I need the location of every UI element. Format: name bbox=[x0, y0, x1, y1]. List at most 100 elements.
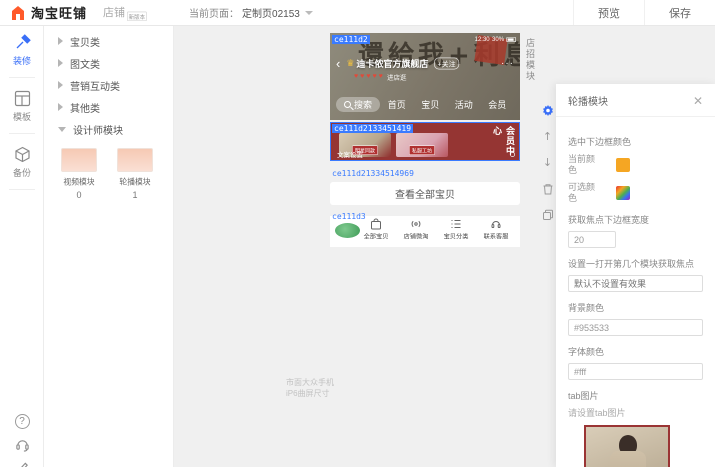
move-up-icon[interactable]: ↑ bbox=[541, 130, 554, 143]
model-figure bbox=[610, 451, 646, 467]
list-icon bbox=[450, 218, 462, 230]
top-header: 淘宝旺铺 店铺新版本 当前页面： 定制页02153 预览 保存 bbox=[0, 0, 715, 26]
shop-banner-vertical-tag: 店招模块 bbox=[524, 38, 537, 82]
open-focus-input[interactable] bbox=[568, 275, 703, 292]
carousel-card-2[interactable]: 私服工坊 bbox=[396, 133, 448, 157]
carousel-module-selected[interactable]: ce111d2133451419 明星同款 私服工坊 文案设置 会员中心 bbox=[330, 122, 520, 161]
nav-item-categories[interactable]: 宝贝分类 bbox=[436, 218, 476, 246]
divider bbox=[9, 189, 35, 190]
rail-label: 模板 bbox=[13, 110, 31, 123]
rail-item-decorate[interactable]: 装修 bbox=[0, 26, 44, 73]
current-page-label: 当前页面： bbox=[189, 5, 239, 20]
help-icon[interactable]: ? bbox=[15, 414, 30, 429]
canvas-watermark: 市面大众手机 iP6曲屏尺寸 bbox=[286, 377, 334, 399]
chevron-down-icon bbox=[305, 11, 313, 15]
nav-shop-link[interactable]: 店铺新版本 bbox=[103, 4, 163, 21]
tree-item-designer-modules[interactable]: 设计师模块 bbox=[44, 118, 173, 140]
template-icon bbox=[14, 90, 31, 107]
shop-banner-module[interactable]: 還給我+利息 ce111d2 12:30 30% ‹ ♛ 迪卡侬官方旗舰店 +关… bbox=[330, 33, 520, 120]
font-color-input[interactable] bbox=[568, 363, 703, 380]
rating-icon: ♥ bbox=[379, 73, 383, 80]
hammer-icon bbox=[14, 34, 31, 51]
color-picker-swatch[interactable] bbox=[616, 186, 630, 200]
banner-tab-activity[interactable]: 活动 bbox=[455, 98, 473, 111]
bag-icon bbox=[370, 218, 382, 230]
tree-item-marketing[interactable]: 营销互动类 bbox=[44, 74, 173, 96]
cube-icon bbox=[14, 146, 31, 163]
bg-color-input[interactable] bbox=[568, 319, 703, 336]
caret-right-icon bbox=[58, 103, 63, 111]
tree-item-goods[interactable]: 宝贝类 bbox=[44, 30, 173, 52]
nav-item-all-goods[interactable]: 全部宝贝 bbox=[356, 218, 396, 246]
search-icon bbox=[344, 101, 351, 108]
search-input[interactable]: 搜索 bbox=[336, 97, 380, 112]
current-color-swatch[interactable] bbox=[616, 158, 630, 172]
shop-avatar bbox=[334, 222, 361, 239]
app-title: 淘宝旺铺 bbox=[31, 3, 87, 22]
rail-item-backup[interactable]: 备份 bbox=[0, 138, 44, 185]
banner-tab-home[interactable]: 首页 bbox=[388, 98, 406, 111]
font-color-label: 字体颜色 bbox=[568, 345, 703, 358]
version-badge: 新版本 bbox=[127, 12, 147, 21]
preview-button[interactable]: 预览 bbox=[573, 0, 644, 25]
rating-icon: ♥ bbox=[372, 73, 376, 80]
module-id-tag: ce111d21334514969 bbox=[332, 169, 414, 178]
phone-status-bar: 12:30 30% bbox=[475, 36, 516, 43]
module-tree-panel: 宝贝类 图文类 营销互动类 其他类 设计师模块 视频模块 0 轮播模块 1 bbox=[44, 26, 174, 467]
module-settings-panel: 轮播模块 ✕ 选中下边框颜色 当前颜色 可选颜色 获取焦点下边框宽度 设置一打开… bbox=[556, 84, 715, 467]
more-icon[interactable]: ··· bbox=[501, 58, 514, 69]
taobao-shop-decorator: 淘宝旺铺 店铺新版本 当前页面： 定制页02153 预览 保存 装修 模板 bbox=[0, 0, 715, 467]
tab-image-hint: 请设置tab图片 bbox=[568, 406, 703, 419]
headset-icon[interactable] bbox=[15, 437, 30, 452]
visit-shop-link[interactable]: 进店逛 bbox=[387, 72, 407, 82]
underline-color-label: 选中下边框颜色 bbox=[568, 135, 703, 148]
divider bbox=[9, 77, 35, 78]
left-icon-rail: 装修 模板 备份 ? bbox=[0, 26, 44, 467]
caret-down-icon bbox=[58, 127, 66, 132]
banner-tab-items[interactable]: 宝贝 bbox=[421, 98, 439, 111]
page-selector[interactable]: 当前页面： 定制页02153 bbox=[189, 5, 313, 20]
phone-preview: 還給我+利息 ce111d2 12:30 30% ‹ ♛ 迪卡侬官方旗舰店 +关… bbox=[330, 33, 520, 247]
tab-image-preview[interactable]: 明星同款 bbox=[584, 425, 670, 467]
designer-module-video[interactable]: 视频模块 0 bbox=[58, 148, 100, 200]
module-id-tag: ce111d2 bbox=[332, 35, 370, 44]
status-time: 12:30 bbox=[475, 36, 490, 43]
save-button[interactable]: 保存 bbox=[644, 0, 715, 25]
back-arrow-icon[interactable]: ‹ bbox=[336, 56, 340, 71]
rail-label: 备份 bbox=[13, 166, 31, 179]
headset-icon bbox=[490, 218, 502, 230]
shop-logo-icon bbox=[10, 5, 26, 21]
view-all-goods-button[interactable]: 查看全部宝贝 bbox=[330, 182, 520, 205]
tree-item-other[interactable]: 其他类 bbox=[44, 96, 173, 118]
move-down-icon[interactable]: ↓ bbox=[541, 156, 554, 169]
focus-width-label: 获取焦点下边框宽度 bbox=[568, 213, 703, 226]
close-icon[interactable]: ✕ bbox=[693, 96, 703, 106]
module-thumbnail bbox=[117, 148, 153, 172]
focus-width-input[interactable] bbox=[568, 231, 616, 248]
rating-icon: ♥ bbox=[360, 73, 364, 80]
tree-item-imagetext[interactable]: 图文类 bbox=[44, 52, 173, 74]
shop-rating: ♥♥♥♥♥ 进店逛 bbox=[354, 69, 417, 84]
shop-nav-module[interactable]: ce111d3 全部宝贝 店铺微淘 bbox=[330, 216, 520, 247]
current-page-value: 定制页02153 bbox=[242, 5, 300, 20]
battery-icon bbox=[506, 37, 516, 42]
rail-item-template[interactable]: 模板 bbox=[0, 82, 44, 129]
caret-right-icon bbox=[58, 81, 63, 89]
tab-image-label: tab图片 bbox=[568, 389, 703, 402]
panel-title: 轮播模块 bbox=[568, 93, 608, 108]
delete-icon[interactable] bbox=[541, 182, 554, 195]
rating-icon: ♥ bbox=[366, 73, 370, 80]
nav-item-weitao[interactable]: 店铺微淘 bbox=[396, 218, 436, 246]
follow-button[interactable]: +关注 bbox=[434, 58, 459, 70]
designer-module-carousel[interactable]: 轮播模块 1 bbox=[114, 148, 156, 200]
broadcast-icon bbox=[410, 218, 422, 230]
module-thumb-count: 1 bbox=[114, 190, 156, 200]
nav-item-contact[interactable]: 联系客服 bbox=[476, 218, 516, 246]
edit-icon[interactable] bbox=[15, 460, 30, 467]
copy-icon[interactable] bbox=[541, 208, 554, 221]
settings-gear-icon[interactable] bbox=[541, 104, 554, 117]
app-logo: 淘宝旺铺 bbox=[10, 3, 87, 22]
member-center-icon bbox=[510, 152, 515, 157]
banner-tab-member[interactable]: 会员 bbox=[488, 98, 506, 111]
open-focus-label: 设置一打开第几个模块获取焦点 bbox=[568, 257, 703, 270]
